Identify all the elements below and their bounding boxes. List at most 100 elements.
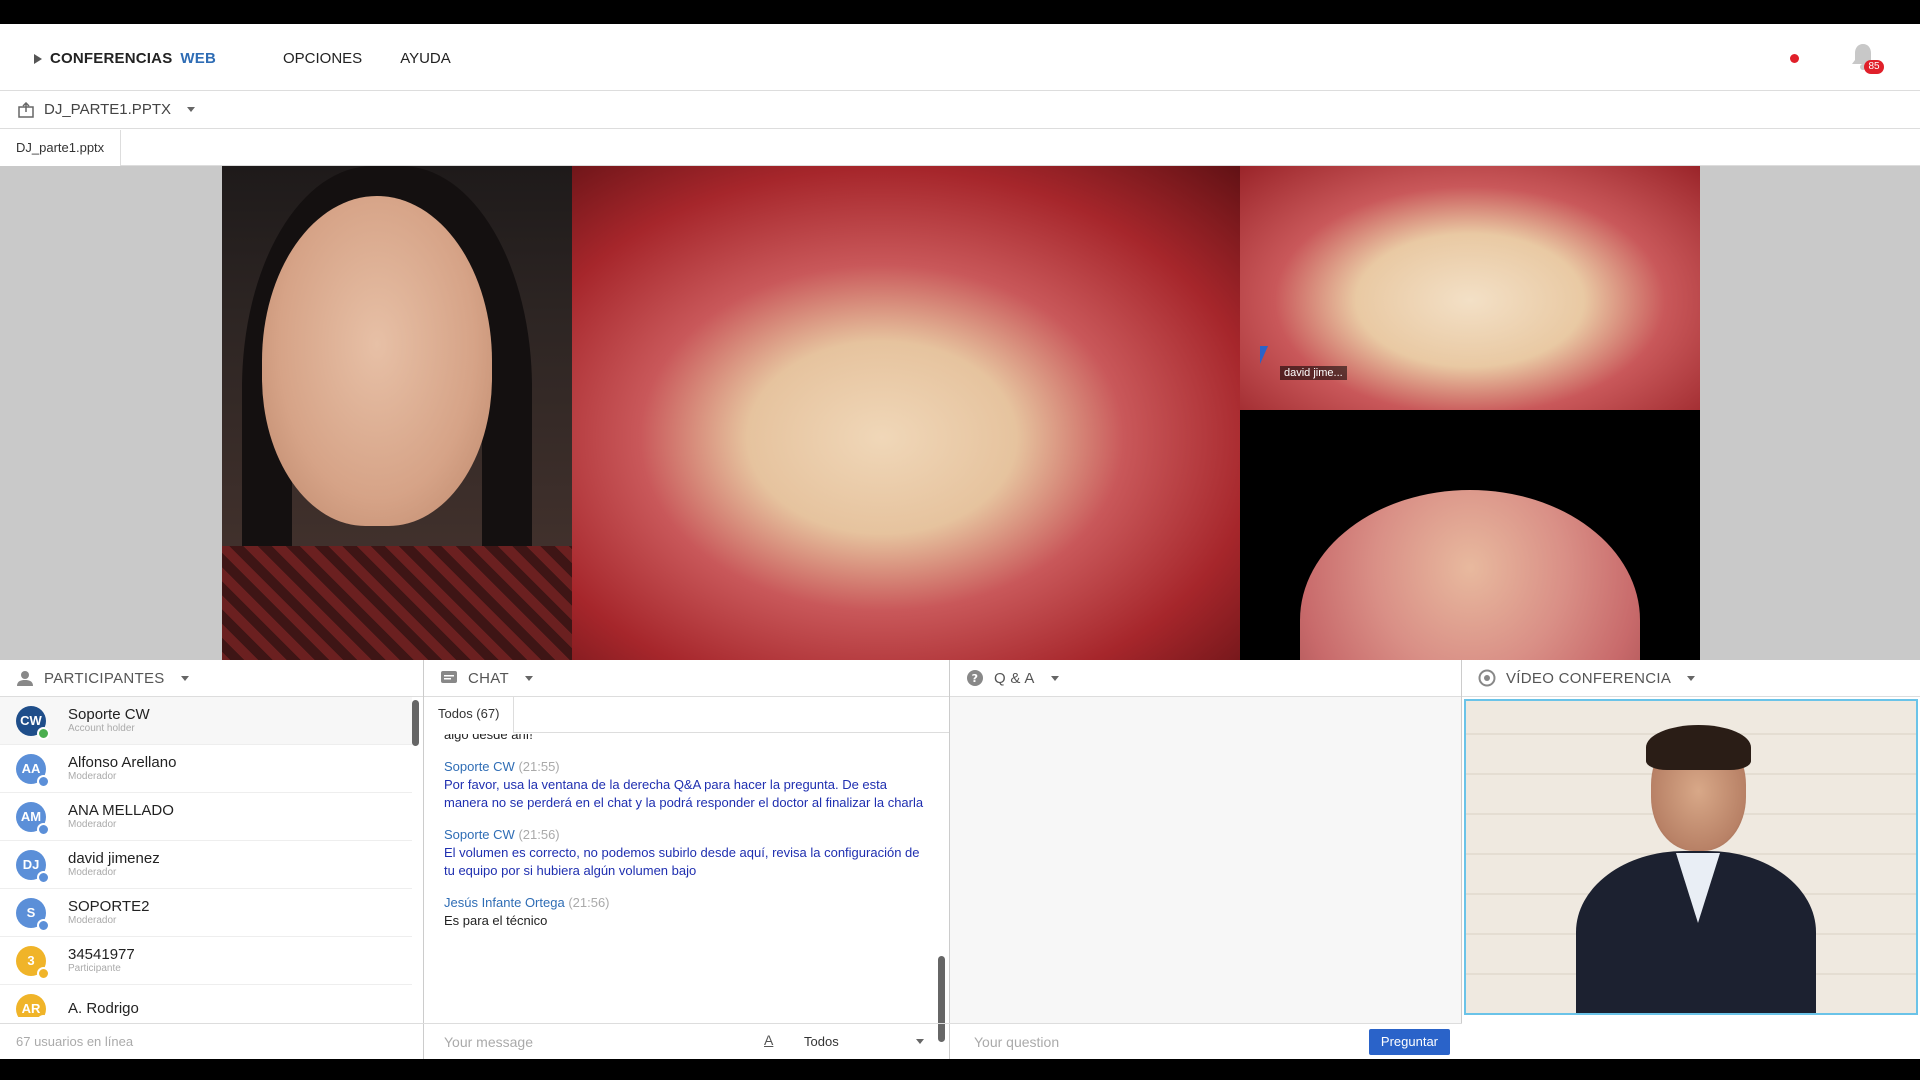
avatar: AA: [16, 753, 50, 788]
participant-row[interactable]: AR A. Rodrigo: [0, 985, 412, 1017]
video-panel: VÍDEO CONFERENCIA: [1462, 660, 1920, 1059]
avatar-initials: CW: [20, 713, 42, 728]
participant-role: Participante: [68, 963, 121, 974]
participants-header[interactable]: PARTICIPANTES: [0, 660, 423, 697]
participant-info: david jimenez Moderador: [68, 850, 160, 879]
participant-row[interactable]: 3 34541977 Participante: [0, 937, 412, 985]
avatar: 3: [16, 945, 50, 980]
menu-item-opciones[interactable]: OPCIONES: [283, 50, 362, 67]
recording-indicator: [1790, 54, 1799, 63]
chat-message: Jesús Infante Ortega (21:56) Es para el t…: [444, 894, 930, 930]
occlusal-arch: [1300, 490, 1640, 660]
chat-message-time: (21:55): [518, 759, 560, 774]
user-icon: [17, 671, 33, 686]
top-bar: CONFERENCIAS WEB OPCIONES AYUDA 85: [0, 24, 1920, 91]
slide-image-teeth-occlusal: [1240, 410, 1700, 660]
chevron-down-icon: [524, 675, 533, 681]
avatar: S: [16, 897, 50, 932]
participant-row[interactable]: DJ david jimenez Moderador: [0, 841, 412, 889]
chat-recipient-value: Todos: [804, 1034, 839, 1049]
chevron-down-icon: [916, 1039, 924, 1044]
avatar: DJ: [16, 849, 50, 884]
chat-message-meta: Soporte CW (21:55): [444, 758, 930, 776]
role-badge-icon: [37, 966, 50, 980]
qa-questions-area: [950, 697, 1461, 1023]
qa-header[interactable]: ? Q & A: [950, 660, 1461, 697]
avatar: CW: [16, 705, 50, 740]
online-users-count: 67 usuarios en línea: [0, 1023, 424, 1059]
qa-input-bar: Your question Preguntar: [950, 1023, 1462, 1059]
brand-text-main: CONFERENCIAS: [50, 50, 173, 67]
chat-message-author[interactable]: Soporte CW: [444, 827, 515, 842]
portrait-shirt: [222, 546, 572, 660]
role-badge-icon: [37, 774, 50, 788]
chat-message-text: El volumen es correcto, no podemos subir…: [444, 845, 920, 878]
participant-name: A. Rodrigo: [68, 1000, 139, 1017]
participant-role: Moderador: [68, 771, 117, 782]
participant-row[interactable]: S SOPORTE2 Moderador: [0, 889, 412, 937]
chat-title: CHAT: [468, 669, 509, 687]
chat-message: Soporte CW (21:56) El volumen es correcto…: [444, 826, 930, 880]
participant-role: Moderador: [68, 819, 117, 830]
speaker-hair: [1646, 725, 1751, 770]
chat-message-meta: Jesús Infante Ortega (21:56): [444, 894, 930, 912]
chat-message-text: Es para el técnico: [444, 913, 548, 928]
video-header[interactable]: VÍDEO CONFERENCIA: [1462, 660, 1920, 697]
avatar-initials: 3: [27, 953, 35, 968]
participant-info: A. Rodrigo: [68, 1000, 139, 1017]
brand-text-accent: WEB: [180, 50, 217, 67]
chat-message-author[interactable]: Soporte CW: [444, 759, 515, 774]
video-speaker: [1576, 725, 1816, 1013]
participant-info: SOPORTE2 Moderador: [68, 898, 149, 927]
participant-role: Moderador: [68, 867, 117, 878]
qa-title: Q & A: [994, 669, 1035, 687]
avatar-initials: DJ: [22, 857, 40, 872]
participant-name: 34541977: [68, 946, 135, 963]
avatar-initials: AM: [20, 809, 42, 824]
chat-message-time: (21:56): [568, 895, 610, 910]
chat-header[interactable]: CHAT: [424, 660, 949, 697]
chat-message-meta: Soporte CW (21:56): [444, 826, 930, 844]
chat-message-input[interactable]: Your message: [444, 1034, 533, 1050]
document-tabs: DJ_parte1.pptx: [0, 130, 1920, 166]
participant-info: 34541977 Participante: [68, 946, 135, 975]
play-icon: [34, 53, 42, 64]
participant-info: Soporte CW Account holder: [68, 706, 150, 735]
chat-input-bar: Your message A Todos: [424, 1023, 950, 1059]
participant-role: Moderador: [68, 915, 117, 926]
ask-question-button[interactable]: Preguntar: [1368, 1029, 1450, 1055]
video-title: VÍDEO CONFERENCIA: [1506, 669, 1672, 687]
menu-item-ayuda[interactable]: AYUDA: [400, 50, 451, 67]
participant-name: ANA MELLADO: [68, 802, 174, 819]
participant-row[interactable]: CW Soporte CW Account holder: [0, 697, 412, 745]
document-title: DJ_PARTE1.PPTX: [44, 101, 171, 118]
participant-row[interactable]: AA Alfonso Arellano Moderador: [0, 745, 412, 793]
app-window: CONFERENCIAS WEB OPCIONES AYUDA 85 DJ_PA…: [0, 24, 1920, 1059]
brand-logo[interactable]: CONFERENCIAS WEB: [34, 50, 216, 67]
document-menu[interactable]: DJ_PARTE1.PPTX: [18, 101, 195, 118]
participants-scrollbar[interactable]: [412, 700, 419, 746]
participant-role: Account holder: [68, 723, 135, 734]
chevron-down-icon: [180, 675, 189, 681]
qa-question-input[interactable]: Your question: [974, 1034, 1059, 1050]
chat-message-author[interactable]: Jesús Infante Ortega: [444, 895, 565, 910]
tab-document[interactable]: DJ_parte1.pptx: [0, 130, 122, 166]
svg-text:?: ?: [972, 672, 979, 685]
participant-row[interactable]: AM ANA MELLADO Moderador: [0, 793, 412, 841]
role-badge-icon: [37, 918, 50, 932]
chat-recipient-select[interactable]: Todos: [804, 1034, 934, 1049]
video-stream[interactable]: [1464, 699, 1918, 1015]
tab-chat-all[interactable]: Todos (67): [424, 697, 515, 733]
notifications-badge: 85: [1864, 60, 1884, 74]
webcam-icon: [1478, 669, 1496, 687]
text-format-icon[interactable]: A: [764, 1032, 773, 1048]
role-badge-icon: [37, 726, 50, 740]
participant-name: SOPORTE2: [68, 898, 150, 915]
chat-message-text: Por favor, usa la ventana de la derecha …: [444, 777, 924, 810]
remote-cursor-label: david jime...: [1280, 366, 1347, 380]
notifications-button[interactable]: 85: [1850, 42, 1884, 76]
avatar-initials: S: [26, 905, 36, 920]
remote-cursor-icon: [1260, 346, 1268, 364]
presentation-slide: [222, 166, 1700, 660]
slide-image-portrait: [222, 166, 572, 660]
